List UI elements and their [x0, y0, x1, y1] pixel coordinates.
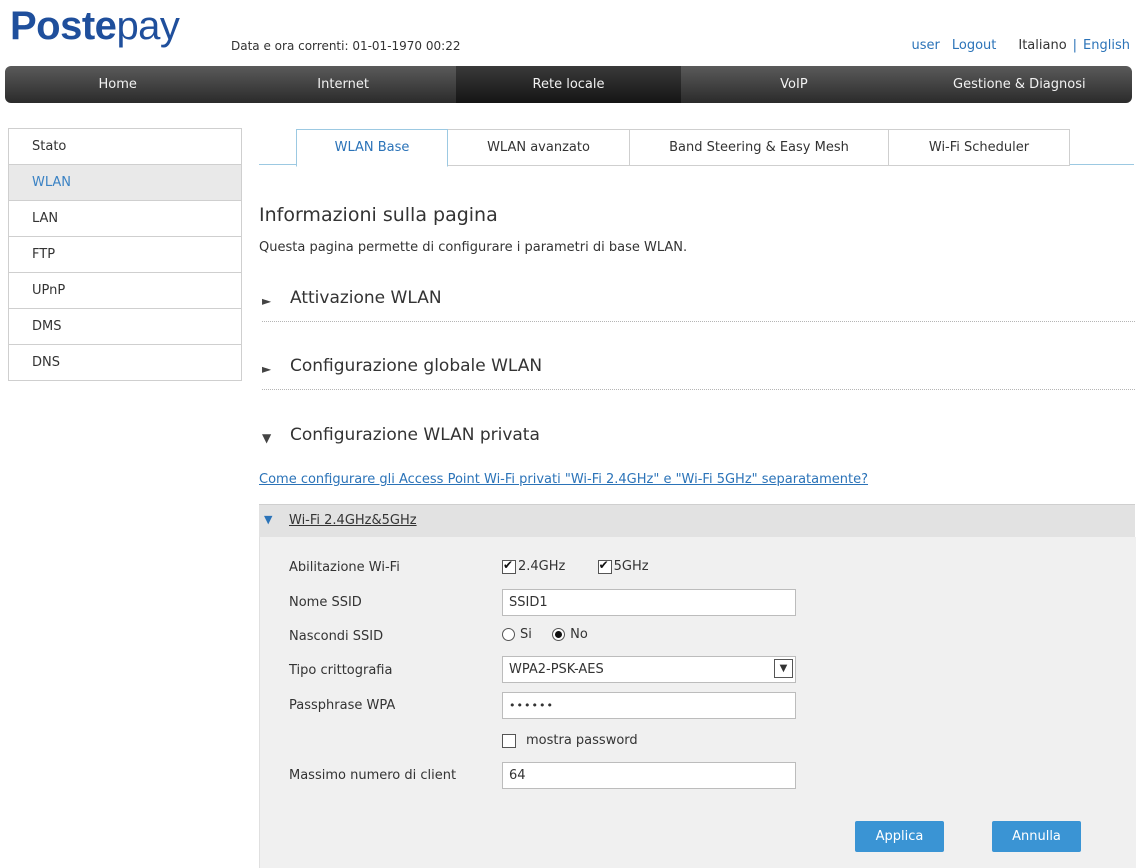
section-attivazione-wlan[interactable]: ► Attivazione WLAN — [262, 288, 1135, 322]
section-configurazione-privata[interactable]: ▼ Configurazione WLAN privata — [262, 425, 1135, 458]
sidebar-item-ftp[interactable]: FTP — [9, 237, 241, 273]
sidebar-item-dns[interactable]: DNS — [9, 345, 241, 381]
passphrase-input[interactable]: •••••• — [502, 692, 796, 719]
language-english[interactable]: English — [1083, 38, 1130, 53]
tab-bar: WLAN Base WLAN avanzato Band Steering & … — [296, 129, 1070, 167]
band-24-label: 2.4GHz — [518, 559, 566, 574]
tab-wlan-base[interactable]: WLAN Base — [296, 129, 448, 167]
band-5-checkbox[interactable] — [597, 558, 612, 574]
hide-ssid-label: Nascondi SSID — [289, 629, 384, 644]
show-password-group: mostra password — [502, 733, 638, 748]
user-link[interactable]: user — [912, 38, 940, 53]
sidebar-item-lan[interactable]: LAN — [9, 201, 241, 237]
hide-ssid-no-label: No — [570, 627, 588, 642]
band-24-checkbox[interactable] — [502, 558, 516, 574]
expand-arrow-icon: ► — [262, 294, 272, 308]
hide-ssid-yes-radio[interactable] — [502, 628, 515, 641]
sidebar-item-stato[interactable]: Stato — [9, 129, 241, 165]
band-5-label: 5GHz — [613, 559, 649, 574]
wifi-enable-label: Abilitazione Wi-Fi — [289, 560, 400, 575]
sidebar-item-upnp[interactable]: UPnP — [9, 273, 241, 309]
language-italian[interactable]: Italiano — [1018, 38, 1066, 53]
nav-internet[interactable]: Internet — [230, 66, 455, 103]
ssid-label: Nome SSID — [289, 595, 362, 610]
top-links: user Logout Italiano | English — [912, 38, 1131, 53]
main-nav: Home Internet Rete locale VoIP Gestione … — [5, 66, 1132, 103]
crypto-select[interactable]: WPA2-PSK-AES ▼ — [502, 656, 796, 683]
show-password-label: mostra password — [526, 733, 638, 748]
max-clients-label: Massimo numero di client — [289, 768, 457, 783]
passphrase-label: Passphrase WPA — [289, 698, 396, 713]
nav-rete-locale[interactable]: Rete locale — [455, 66, 682, 103]
section-title: Configurazione WLAN privata — [290, 425, 540, 445]
nav-home[interactable]: Home — [5, 66, 230, 103]
section-configurazione-globale[interactable]: ► Configurazione globale WLAN — [262, 356, 1135, 390]
wifi-panel-title[interactable]: Wi-Fi 2.4GHz&5GHz — [289, 513, 417, 528]
page-title: Informazioni sulla pagina — [259, 204, 498, 226]
sidebar-item-wlan[interactable]: WLAN — [9, 165, 241, 201]
page-description: Questa pagina permette di configurare i … — [259, 240, 688, 255]
show-password-checkbox[interactable] — [502, 733, 516, 748]
apply-button[interactable]: Applica — [855, 821, 944, 852]
hide-ssid-no-radio[interactable] — [552, 628, 566, 641]
ssid-input[interactable]: SSID1 — [502, 589, 796, 616]
crypto-value: WPA2-PSK-AES — [509, 662, 604, 677]
hide-ssid-yes-label: Si — [520, 627, 532, 642]
section-title: Configurazione globale WLAN — [290, 356, 543, 376]
wifi-panel-header[interactable]: ▼ Wi-Fi 2.4GHz&5GHz — [259, 504, 1135, 537]
nav-voip[interactable]: VoIP — [681, 66, 906, 103]
max-clients-input[interactable]: 64 — [502, 762, 796, 789]
tab-wlan-avanzato[interactable]: WLAN avanzato — [448, 129, 630, 166]
collapse-arrow-icon: ▼ — [264, 513, 273, 526]
crypto-label: Tipo crittografia — [289, 663, 393, 678]
language-separator: | — [1072, 38, 1078, 53]
section-title: Attivazione WLAN — [290, 288, 442, 308]
postepay-logo: Postepay — [10, 4, 180, 48]
sidebar: Stato WLAN LAN FTP UPnP DMS DNS — [8, 128, 242, 381]
collapse-arrow-icon: ▼ — [262, 431, 272, 445]
hide-ssid-group: Si No — [502, 627, 588, 642]
wifi-band-group: 2.4GHz 5GHz — [502, 558, 649, 574]
nav-gestione-diagnosi[interactable]: Gestione & Diagnosi — [907, 66, 1132, 103]
logout-link[interactable]: Logout — [952, 38, 997, 53]
current-datetime: Data e ora correnti: 01-01-1970 00:22 — [231, 39, 461, 53]
tab-wifi-scheduler[interactable]: Wi-Fi Scheduler — [889, 129, 1070, 166]
chevron-down-icon[interactable]: ▼ — [774, 659, 793, 678]
tab-band-steering[interactable]: Band Steering & Easy Mesh — [630, 129, 889, 166]
sidebar-item-dms[interactable]: DMS — [9, 309, 241, 345]
cancel-button[interactable]: Annulla — [992, 821, 1081, 852]
help-link[interactable]: Come configurare gli Access Point Wi-Fi … — [259, 472, 868, 487]
expand-arrow-icon: ► — [262, 362, 272, 376]
